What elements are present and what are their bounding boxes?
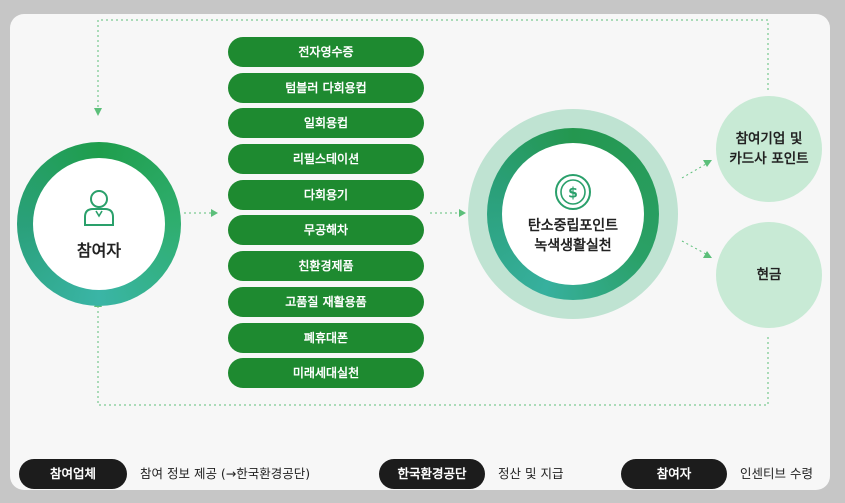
program-title: 탄소중립포인트 <box>527 218 619 234</box>
participant-label: 참여자 <box>76 241 122 260</box>
outcome-points-line1: 참여기업 및 <box>735 131 803 147</box>
action-list: 전자영수증 텀블러 다회용컵 일회용컵 리필스테이션 다회용기 무공해차 친환경… <box>228 37 424 394</box>
legend-badge-participant: 참여자 <box>621 459 727 489</box>
action-zero-emission-car: 무공해차 <box>228 215 424 246</box>
dollar-coin-icon: $ <box>553 172 593 216</box>
action-recyclables: 고품질 재활용품 <box>228 286 424 317</box>
action-future-generation: 미래세대실천 <box>228 358 424 389</box>
legend-text-company: 참여 정보 제공 (→한국환경공단) <box>140 466 311 481</box>
program-node: $ 탄소중립포인트 녹색생활실천 <box>502 143 644 285</box>
legend-badge-agency: 한국환경공단 <box>379 459 485 489</box>
svg-text:$: $ <box>568 186 578 202</box>
action-disposable-cup: 일회용컵 <box>228 108 424 139</box>
person-icon <box>82 187 116 231</box>
action-tumbler: 텀블러 다회용컵 <box>228 72 424 103</box>
participant-node: 참여자 <box>33 158 165 290</box>
action-used-phone: 폐휴대폰 <box>228 322 424 353</box>
action-refill-station: 리필스테이션 <box>228 144 424 175</box>
program-subtitle: 녹색생활실천 <box>534 238 612 254</box>
action-reusable-container: 다회용기 <box>228 179 424 210</box>
outcome-cash-label: 현금 <box>756 267 782 283</box>
outcome-points-line2: 카드사 포인트 <box>729 151 809 167</box>
action-eco-product: 친환경제품 <box>228 251 424 282</box>
action-e-receipt: 전자영수증 <box>228 37 424 67</box>
legend-text-agency: 정산 및 지급 <box>498 466 564 481</box>
legend-text-participant: 인센티브 수령 <box>740 466 813 481</box>
legend-badge-company: 참여업체 <box>19 459 127 489</box>
outcome-points: 참여기업 및 카드사 포인트 <box>716 96 822 202</box>
outcome-cash: 현금 <box>716 222 822 328</box>
